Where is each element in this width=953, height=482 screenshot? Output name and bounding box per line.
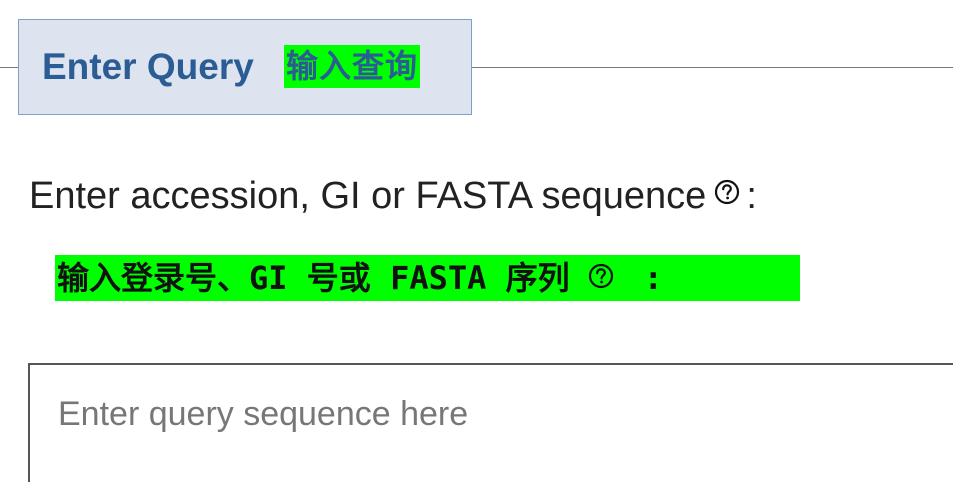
query-field-label-translation-text: 输入登录号、GI 号或 FASTA 序列 bbox=[57, 259, 570, 297]
query-sequence-input[interactable] bbox=[30, 365, 953, 482]
query-sequence-box bbox=[28, 363, 953, 482]
query-field-label-translation-colon: : bbox=[643, 259, 663, 297]
section-title-translation: 输入查询 bbox=[284, 45, 421, 88]
section-header: Enter Query 输入查询 bbox=[18, 19, 472, 115]
query-field-label-translation: 输入登录号、GI 号或 FASTA 序列 : bbox=[55, 255, 800, 301]
query-field-label-colon: : bbox=[746, 175, 757, 217]
query-page: Enter Query 输入查询 Enter accession, GI or … bbox=[0, 0, 953, 482]
query-field-label-text: Enter accession, GI or FASTA sequence bbox=[29, 175, 707, 217]
section-title: Enter Query bbox=[42, 46, 254, 87]
question-circle-icon-translation[interactable] bbox=[588, 255, 614, 289]
question-circle-icon[interactable] bbox=[714, 169, 740, 205]
query-field-label: Enter accession, GI or FASTA sequence : bbox=[29, 172, 757, 220]
